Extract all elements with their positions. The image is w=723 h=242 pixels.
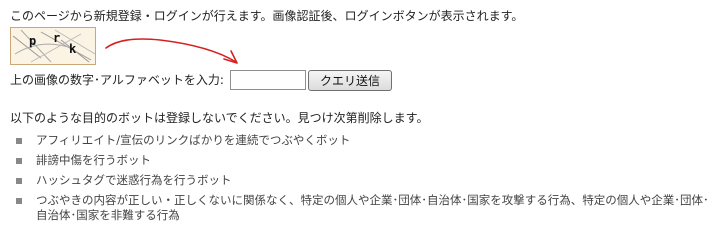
list-item: つぶやきの内容が正しい・正しくないに関係なく、特定の個人や企業･団体･自治体･国… [14,193,720,223]
intro-text: このページから新規登録・ログインが行えます。画像認証後、ログインボタンが表示され… [10,9,524,23]
square-bullet-icon [16,178,22,184]
bot-rule-text: つぶやきの内容が正しい・正しくないに関係なく、特定の個人や企業･団体･自治体･国… [36,193,709,222]
bot-rule-text: アフィリエイト/宣伝のリンクばかりを連続でつぶやくボット [36,133,351,147]
captcha-input-label: 上の画像の数字･アルファベットを入力: [10,73,224,87]
annotation-arrow-icon [105,38,238,64]
list-item: アフィリエイト/宣伝のリンクばかりを連続でつぶやくボット [14,133,720,148]
captcha-image: p r k [10,27,96,65]
list-item: 誹謗中傷を行うボット [14,153,720,168]
bot-rule-text: 誹謗中傷を行うボット [36,153,151,167]
captcha-char: p [29,34,37,48]
square-bullet-icon [16,138,22,144]
captcha-char: r [53,31,61,45]
square-bullet-icon [16,158,22,164]
captcha-char: k [69,42,77,56]
bot-rules-list: アフィリエイト/宣伝のリンクばかりを連続でつぶやくボット 誹謗中傷を行うボット … [14,133,720,228]
square-bullet-icon [16,198,22,204]
submit-query-button[interactable]: クエリ送信 [308,70,392,91]
list-item: ハッシュタグで迷惑行為を行うボット [14,173,720,188]
bot-rule-text: ハッシュタグで迷惑行為を行うボット [36,173,232,187]
captcha-input[interactable] [230,70,306,90]
bot-policy-notice: 以下のような目的のボットは登録しないでください。見つけ次第削除します。 [10,111,429,125]
